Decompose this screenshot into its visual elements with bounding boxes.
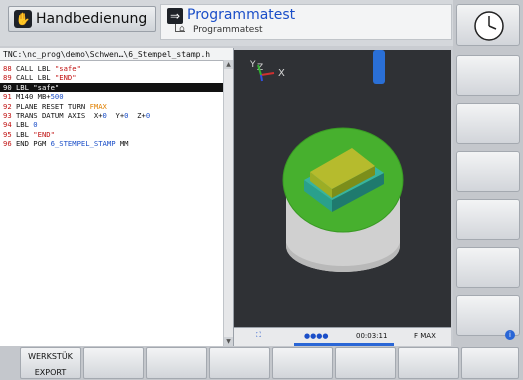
program-line[interactable]: 89 CALL LBL "END": [0, 73, 223, 82]
program-test-title: Programmatest: [187, 7, 296, 23]
code-token: PLANE RESET TURN: [15, 101, 90, 111]
axis-x-label: X: [278, 68, 285, 79]
program-line[interactable]: 96 END PGM 6_STEMPEL_STAMP MM: [0, 139, 223, 148]
line-number: 95: [3, 129, 12, 139]
workpiece-icon[interactable]: ⛶: [256, 331, 261, 340]
vertical-softkey-bar: [453, 0, 523, 346]
scroll-up-icon[interactable]: ▲: [224, 60, 233, 69]
line-number: 91: [3, 92, 12, 102]
code-token: "END": [33, 129, 55, 139]
code-token: M140 MB+: [15, 92, 51, 102]
softkey-4[interactable]: [209, 347, 270, 379]
softkey-8[interactable]: [461, 347, 519, 379]
program-line[interactable]: 88 CALL LBL "safe": [0, 64, 223, 73]
axis-y-label: Y: [249, 60, 256, 70]
horizontal-softkey-bar: WERKSTÜK EXPORT: [0, 346, 523, 380]
hand-icon: ✋: [14, 10, 32, 28]
line-number: 89: [3, 73, 12, 83]
vertical-softkey-4[interactable]: [456, 199, 520, 240]
softkey-2[interactable]: [83, 347, 144, 379]
program-line[interactable]: 91 M140 MB+500: [0, 92, 223, 101]
line-number: 96: [3, 139, 12, 149]
program-test-icon: ⇒: [167, 8, 183, 24]
code-token: TRANS DATUM AXIS X+: [15, 110, 103, 120]
code-token: 6_STEMPEL_STAMP: [50, 139, 116, 149]
code-token: END PGM: [15, 139, 51, 149]
code-token: MM: [115, 139, 129, 149]
info-icon[interactable]: i: [505, 330, 515, 340]
manual-mode-label: Handbedienung: [36, 11, 148, 27]
softkey-7[interactable]: [398, 347, 459, 379]
code-token: "safe": [54, 64, 81, 73]
simulation-time: 00:03:11: [356, 332, 388, 340]
code-token: 500: [50, 92, 64, 102]
simulation-graphic: Y Z X: [249, 50, 404, 272]
softkey-6[interactable]: [335, 347, 396, 379]
program-code-list[interactable]: 88 CALL LBL "safe" 89 CALL LBL "END" 90 LB…: [0, 64, 223, 149]
line-number: 88: [3, 64, 12, 73]
softkey-label-2: EXPORT: [34, 368, 67, 377]
softkey-3[interactable]: [146, 347, 207, 379]
home-icon: ⌂: [179, 24, 185, 34]
manual-mode-tab[interactable]: ✋ Handbedienung: [8, 6, 156, 32]
code-token: Y+: [106, 110, 125, 120]
code-token: "safe": [33, 82, 60, 92]
code-token: Z+: [128, 110, 146, 120]
code-token: LBL: [15, 82, 34, 92]
speed-dots[interactable]: ●●●●: [304, 332, 328, 340]
simulation-view[interactable]: Y Z X: [234, 50, 451, 327]
line-number: 90: [3, 82, 12, 92]
program-line-selected[interactable]: 90 LBL "safe": [0, 82, 223, 93]
program-line[interactable]: 93 TRANS DATUM AXIS X+0 Y+0 Z+0: [0, 111, 223, 120]
vertical-softkey-1[interactable]: [456, 55, 520, 96]
softkey-5[interactable]: [272, 347, 333, 379]
scroll-down-icon[interactable]: ▼: [224, 337, 233, 346]
code-token: 0: [33, 120, 38, 130]
code-token: LBL: [15, 120, 34, 130]
program-scrollbar[interactable]: ▲ ▼: [223, 60, 233, 346]
axis-x-line: [260, 72, 275, 76]
vertical-softkey-5[interactable]: [456, 247, 520, 288]
softkey-label-1: WERKSTÜK: [28, 352, 73, 361]
program-line[interactable]: 94 LBL 0: [0, 120, 223, 129]
code-token: CALL LBL: [15, 64, 55, 73]
vertical-softkey-3[interactable]: [456, 151, 520, 192]
clock-icon: [474, 11, 504, 41]
softkey-workpiece-export[interactable]: WERKSTÜK EXPORT: [20, 347, 81, 379]
code-token: FMAX: [89, 101, 107, 111]
code-token: LBL: [15, 129, 34, 139]
axis-z-line: [260, 74, 263, 82]
program-test-subtitle: Programmatest: [193, 25, 263, 35]
program-line[interactable]: 92 PLANE RESET TURN FMAX: [0, 102, 223, 111]
tool: [373, 50, 385, 84]
code-token: "END": [54, 73, 77, 83]
line-number: 94: [3, 120, 12, 130]
program-test-mode-tab[interactable]: ⇒ Programmatest ⌂ Programmatest: [160, 4, 452, 40]
code-token: CALL LBL: [15, 73, 55, 83]
clock-button[interactable]: [456, 4, 520, 46]
program-line[interactable]: 95 LBL "END": [0, 130, 223, 139]
vertical-softkey-2[interactable]: [456, 103, 520, 144]
line-number: 93: [3, 110, 12, 120]
simulation-status-bar: ⛶ ●●●● 00:03:11 F MAX: [234, 327, 451, 347]
feed-rate: F MAX: [414, 332, 436, 340]
code-token: 0: [145, 110, 151, 120]
program-path: TNC:\nc_prog\demo\Schwen…\6_Stempel_stam…: [0, 48, 233, 61]
line-number: 92: [3, 101, 12, 111]
program-editor[interactable]: TNC:\nc_prog\demo\Schwen…\6_Stempel_stam…: [0, 48, 234, 346]
